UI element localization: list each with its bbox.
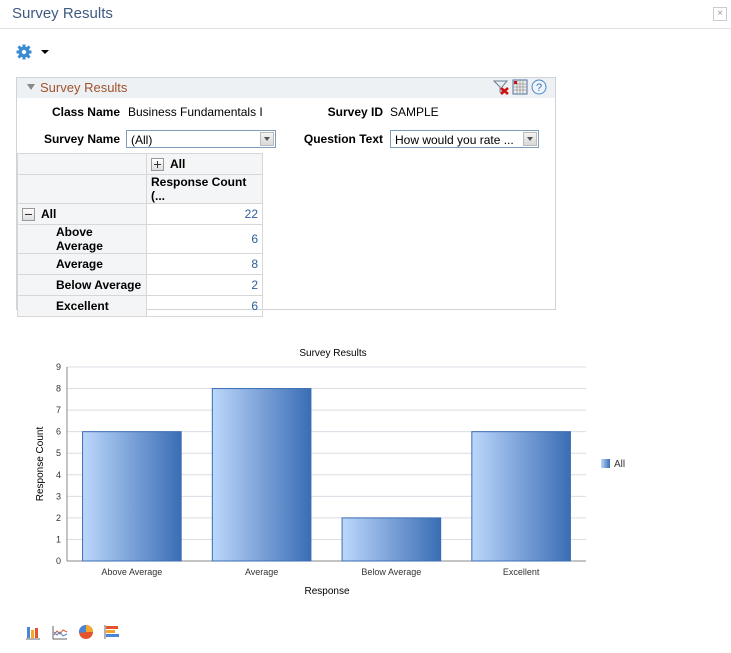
column-group-header: All	[146, 153, 263, 175]
cell-value[interactable]: 6	[146, 224, 263, 254]
pivot-grid: All Response Count (... All 22 Above Ave…	[17, 153, 263, 317]
table-row: Below Average 2	[17, 274, 263, 296]
legend-swatch	[601, 459, 610, 468]
chevron-down-icon[interactable]	[523, 132, 537, 146]
pivot-corner	[17, 174, 147, 204]
survey-name-label: Survey Name	[43, 132, 120, 146]
bar[interactable]	[341, 517, 442, 562]
chevron-down-icon[interactable]	[260, 132, 274, 146]
svg-text:?: ?	[536, 82, 542, 94]
bar[interactable]	[82, 431, 182, 562]
y-tick-label: 7	[56, 405, 61, 415]
y-tick-label: 8	[56, 384, 61, 394]
y-tick-label: 0	[56, 556, 61, 566]
row-header-total: All	[17, 203, 147, 225]
y-tick-label: 4	[56, 470, 61, 480]
panel-title[interactable]: Survey Results	[40, 80, 127, 95]
y-tick-label: 6	[56, 427, 61, 437]
survey-name-select[interactable]: (All)	[126, 130, 276, 148]
row-header: Below Average	[17, 274, 147, 296]
gear-icon[interactable]	[16, 44, 32, 60]
table-row: Average 8	[17, 253, 263, 275]
window-titlebar: Survey Results ×	[0, 0, 731, 29]
row-header: Excellent	[17, 295, 147, 317]
question-text-label: Question Text	[303, 132, 383, 146]
y-tick-label: 1	[56, 534, 61, 544]
x-tick-label: Above Average	[101, 567, 162, 577]
y-tick-label: 5	[56, 448, 61, 458]
cell-value[interactable]: 22	[146, 203, 263, 225]
caret-down-icon[interactable]	[41, 50, 49, 54]
expand-icon[interactable]	[151, 158, 164, 172]
class-name-value: Business Fundamentals I	[128, 105, 263, 119]
grid-icon[interactable]	[512, 79, 528, 95]
help-icon[interactable]: ?	[531, 79, 547, 95]
y-axis-label: Response Count	[35, 427, 46, 502]
horizontal-bar-chart-icon[interactable]	[104, 624, 120, 640]
row-header: Average	[17, 253, 147, 275]
chart-title: Survey Results	[299, 348, 366, 359]
column-header[interactable]: Response Count (...	[146, 174, 263, 204]
cell-value[interactable]: 8	[146, 253, 263, 275]
window-title: Survey Results	[12, 5, 113, 22]
clear-filter-icon[interactable]	[493, 79, 509, 95]
collapse-icon[interactable]	[22, 208, 35, 222]
panel-header: Survey Results ?	[17, 78, 555, 98]
survey-id-value: SAMPLE	[390, 105, 439, 119]
y-tick-label: 9	[56, 362, 61, 372]
row-label: All	[41, 206, 57, 221]
legend-label: All	[614, 459, 625, 470]
cell-value[interactable]: 2	[146, 274, 263, 296]
cell-value[interactable]: 6	[146, 295, 263, 317]
class-name-label: Class Name	[51, 105, 120, 119]
y-tick-label: 2	[56, 513, 61, 523]
x-tick-label: Below Average	[361, 567, 421, 577]
pivot-corner	[17, 153, 147, 175]
bar-chart: Survey Results 0 1 2 3 4 5 6 7 8 9 Above Average A…	[35, 348, 625, 597]
bar-chart-icon[interactable]	[25, 624, 41, 640]
collapse-toggle-icon[interactable]	[27, 84, 35, 90]
pie-chart-icon[interactable]	[78, 624, 94, 640]
x-axis-label: Response	[304, 586, 349, 597]
row-header: Above Average	[17, 224, 147, 254]
survey-name-value: (All)	[131, 133, 153, 147]
question-text-select[interactable]: How would you rate ...	[390, 130, 539, 148]
table-row: Above Average 6	[17, 224, 263, 254]
bar[interactable]	[211, 388, 312, 562]
survey-id-label: Survey ID	[327, 105, 383, 119]
table-row: Excellent 6	[17, 295, 263, 317]
x-tick-label: Excellent	[503, 567, 540, 577]
table-row: All 22	[17, 203, 263, 225]
x-tick-label: Average	[245, 567, 278, 577]
column-group-label: All	[170, 156, 186, 171]
question-text-value: How would you rate ...	[395, 133, 514, 147]
bar[interactable]	[471, 431, 571, 562]
close-icon[interactable]: ×	[713, 7, 727, 21]
y-tick-label: 3	[56, 491, 61, 501]
line-chart-icon[interactable]	[52, 624, 68, 640]
